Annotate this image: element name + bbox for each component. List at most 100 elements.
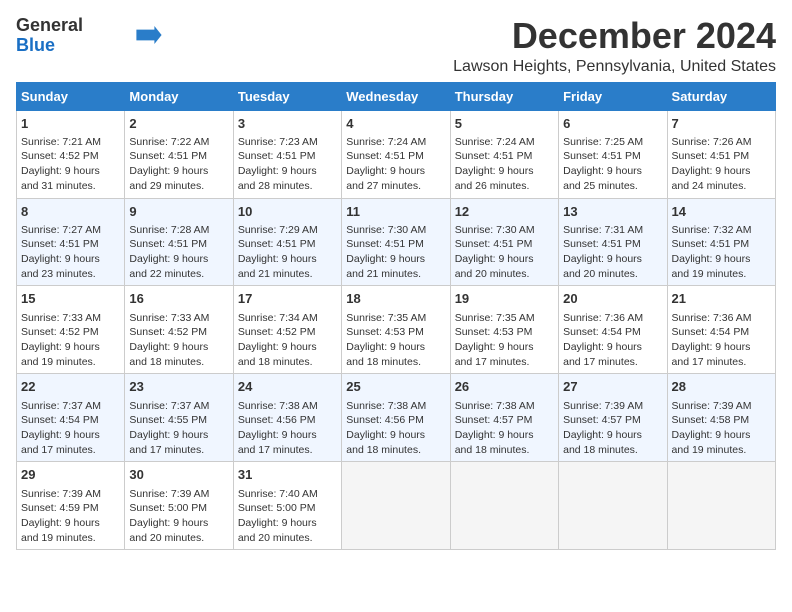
day-info: Daylight: 9 hours <box>129 252 228 267</box>
day-info: and 27 minutes. <box>346 179 445 194</box>
day-info: Sunrise: 7:40 AM <box>238 487 337 502</box>
day-info: and 31 minutes. <box>21 179 120 194</box>
day-info: Sunset: 4:51 PM <box>238 149 337 164</box>
col-header-thursday: Thursday <box>450 82 558 110</box>
logo-icon <box>135 26 163 44</box>
day-info: and 29 minutes. <box>129 179 228 194</box>
day-info: Sunset: 4:52 PM <box>21 325 120 340</box>
day-info: Sunrise: 7:30 AM <box>455 223 554 238</box>
day-cell: 17Sunrise: 7:34 AMSunset: 4:52 PMDayligh… <box>233 286 341 374</box>
day-info: Daylight: 9 hours <box>672 428 771 443</box>
day-info: Sunrise: 7:24 AM <box>346 135 445 150</box>
day-info: and 24 minutes. <box>672 179 771 194</box>
day-info: Daylight: 9 hours <box>346 340 445 355</box>
day-cell: 21Sunrise: 7:36 AMSunset: 4:54 PMDayligh… <box>667 286 775 374</box>
day-info: Sunrise: 7:26 AM <box>672 135 771 150</box>
day-info: Sunrise: 7:22 AM <box>129 135 228 150</box>
day-cell: 4Sunrise: 7:24 AMSunset: 4:51 PMDaylight… <box>342 110 450 198</box>
day-info: Sunset: 4:53 PM <box>455 325 554 340</box>
day-number: 25 <box>346 378 445 396</box>
day-cell: 13Sunrise: 7:31 AMSunset: 4:51 PMDayligh… <box>559 198 667 286</box>
day-number: 5 <box>455 115 554 133</box>
day-info: Daylight: 9 hours <box>563 252 662 267</box>
day-number: 24 <box>238 378 337 396</box>
day-number: 27 <box>563 378 662 396</box>
day-info: Sunset: 4:58 PM <box>672 413 771 428</box>
day-info: Sunrise: 7:38 AM <box>346 399 445 414</box>
day-info: Daylight: 9 hours <box>21 340 120 355</box>
day-info: Daylight: 9 hours <box>21 516 120 531</box>
day-cell: 22Sunrise: 7:37 AMSunset: 4:54 PMDayligh… <box>17 374 125 462</box>
col-header-saturday: Saturday <box>667 82 775 110</box>
day-info: Daylight: 9 hours <box>455 164 554 179</box>
day-info: Daylight: 9 hours <box>129 164 228 179</box>
day-info: Sunset: 4:51 PM <box>455 237 554 252</box>
day-number: 16 <box>129 290 228 308</box>
day-number: 31 <box>238 466 337 484</box>
day-number: 20 <box>563 290 662 308</box>
day-info: and 19 minutes. <box>21 355 120 370</box>
day-info: and 25 minutes. <box>563 179 662 194</box>
day-cell: 14Sunrise: 7:32 AMSunset: 4:51 PMDayligh… <box>667 198 775 286</box>
day-cell: 19Sunrise: 7:35 AMSunset: 4:53 PMDayligh… <box>450 286 558 374</box>
day-info: Sunrise: 7:21 AM <box>21 135 120 150</box>
day-info: Sunrise: 7:34 AM <box>238 311 337 326</box>
col-header-monday: Monday <box>125 82 233 110</box>
day-info: Sunrise: 7:36 AM <box>672 311 771 326</box>
day-number: 2 <box>129 115 228 133</box>
day-info: Sunset: 4:51 PM <box>238 237 337 252</box>
day-info: and 18 minutes. <box>238 355 337 370</box>
day-info: Sunrise: 7:23 AM <box>238 135 337 150</box>
day-info: Sunrise: 7:27 AM <box>21 223 120 238</box>
day-info: and 17 minutes. <box>455 355 554 370</box>
subtitle: Lawson Heights, Pennsylvania, United Sta… <box>453 58 776 76</box>
day-info: Sunset: 4:52 PM <box>238 325 337 340</box>
day-cell: 15Sunrise: 7:33 AMSunset: 4:52 PMDayligh… <box>17 286 125 374</box>
week-row-2: 8Sunrise: 7:27 AMSunset: 4:51 PMDaylight… <box>17 198 776 286</box>
logo-text: GeneralBlue <box>16 16 83 56</box>
main-title: December 2024 <box>453 16 776 56</box>
day-info: Sunrise: 7:25 AM <box>563 135 662 150</box>
day-info: Sunset: 4:51 PM <box>129 149 228 164</box>
day-info: Sunrise: 7:24 AM <box>455 135 554 150</box>
day-info: and 19 minutes. <box>672 267 771 282</box>
day-info: and 21 minutes. <box>346 267 445 282</box>
day-cell: 2 Sunrise: 7:22 AMSunset: 4:51 PMDaylight… <box>125 110 233 198</box>
week-row-5: 29Sunrise: 7:39 AMSunset: 4:59 PMDayligh… <box>17 462 776 550</box>
day-number: 21 <box>672 290 771 308</box>
day-info: Sunrise: 7:39 AM <box>672 399 771 414</box>
day-info: and 18 minutes. <box>563 443 662 458</box>
day-cell: 11Sunrise: 7:30 AMSunset: 4:51 PMDayligh… <box>342 198 450 286</box>
week-row-1: 1Sunrise: 7:21 AMSunset: 4:52 PMDaylight… <box>17 110 776 198</box>
day-info: Daylight: 9 hours <box>238 428 337 443</box>
day-info: and 20 minutes. <box>455 267 554 282</box>
day-number: 8 <box>21 203 120 221</box>
day-number: 30 <box>129 466 228 484</box>
day-info: Sunrise: 7:38 AM <box>238 399 337 414</box>
col-header-wednesday: Wednesday <box>342 82 450 110</box>
day-info: Daylight: 9 hours <box>21 428 120 443</box>
day-number: 17 <box>238 290 337 308</box>
day-info: Sunrise: 7:29 AM <box>238 223 337 238</box>
day-cell: 24Sunrise: 7:38 AMSunset: 4:56 PMDayligh… <box>233 374 341 462</box>
day-cell: 1Sunrise: 7:21 AMSunset: 4:52 PMDaylight… <box>17 110 125 198</box>
day-info: Sunset: 4:55 PM <box>129 413 228 428</box>
day-info: Sunset: 4:51 PM <box>672 149 771 164</box>
day-info: Sunset: 4:51 PM <box>21 237 120 252</box>
day-info: and 18 minutes. <box>455 443 554 458</box>
day-cell: 23Sunrise: 7:37 AMSunset: 4:55 PMDayligh… <box>125 374 233 462</box>
day-info: Daylight: 9 hours <box>672 252 771 267</box>
day-info: Sunset: 5:00 PM <box>129 501 228 516</box>
day-info: and 20 minutes. <box>129 531 228 546</box>
day-info: Daylight: 9 hours <box>238 164 337 179</box>
day-info: Sunset: 4:59 PM <box>21 501 120 516</box>
week-row-4: 22Sunrise: 7:37 AMSunset: 4:54 PMDayligh… <box>17 374 776 462</box>
logo: GeneralBlue <box>16 16 163 56</box>
day-info: Daylight: 9 hours <box>563 340 662 355</box>
day-cell: 29Sunrise: 7:39 AMSunset: 4:59 PMDayligh… <box>17 462 125 550</box>
day-number: 4 <box>346 115 445 133</box>
day-number: 28 <box>672 378 771 396</box>
day-info: and 17 minutes. <box>129 443 228 458</box>
col-header-tuesday: Tuesday <box>233 82 341 110</box>
day-number: 15 <box>21 290 120 308</box>
